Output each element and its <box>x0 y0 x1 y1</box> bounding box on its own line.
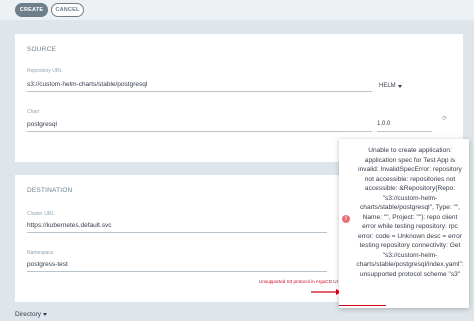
toolbar: CREATE CANCEL <box>0 0 474 20</box>
chart-underline <box>27 131 372 132</box>
cluster-url-input[interactable]: https://kubernetes.default.svc <box>27 222 112 229</box>
directory-label: Directory <box>15 311 42 318</box>
destination-section-title: DESTINATION <box>27 187 73 194</box>
cluster-url-underline <box>27 232 327 233</box>
namespace-label: Namespace <box>27 250 54 256</box>
create-button[interactable]: CREATE <box>15 3 48 17</box>
repository-url-underline <box>27 91 372 92</box>
chart-label: Chart <box>27 109 40 115</box>
chart-version-underline <box>377 131 432 132</box>
namespace-input[interactable]: postgress-test <box>27 261 68 268</box>
cancel-button[interactable]: CANCEL <box>51 3 84 17</box>
chevron-down-icon <box>43 313 48 316</box>
repository-url-input[interactable]: s3://custom-helm-charts/stable/postgresq… <box>27 81 147 88</box>
repository-url-label: Repository URL <box>27 68 63 74</box>
refresh-icon[interactable]: ⟳ <box>442 115 447 122</box>
directory-dropdown[interactable]: Directory <box>15 311 48 318</box>
chart-version-input[interactable]: 1.0.0 <box>377 121 390 127</box>
error-notification: ! Unable to create application: applicat… <box>339 139 469 308</box>
annotation-arrow-icon <box>311 289 341 295</box>
repository-type-value: HELM <box>379 83 396 89</box>
chevron-down-icon <box>397 84 402 88</box>
repository-type-dropdown[interactable]: HELM <box>379 83 402 89</box>
cluster-url-label: Cluster URL <box>27 211 55 217</box>
error-message: Unable to create application: applicatio… <box>356 147 464 278</box>
annotation-underline <box>339 305 386 307</box>
annotation-text: Unsupported S3 protocol in ArgoCD UI <box>259 279 338 284</box>
chart-input[interactable]: postgresql <box>27 121 57 128</box>
namespace-underline <box>27 271 327 272</box>
source-section-title: SOURCE <box>27 46 57 53</box>
error-icon: ! <box>342 215 350 223</box>
